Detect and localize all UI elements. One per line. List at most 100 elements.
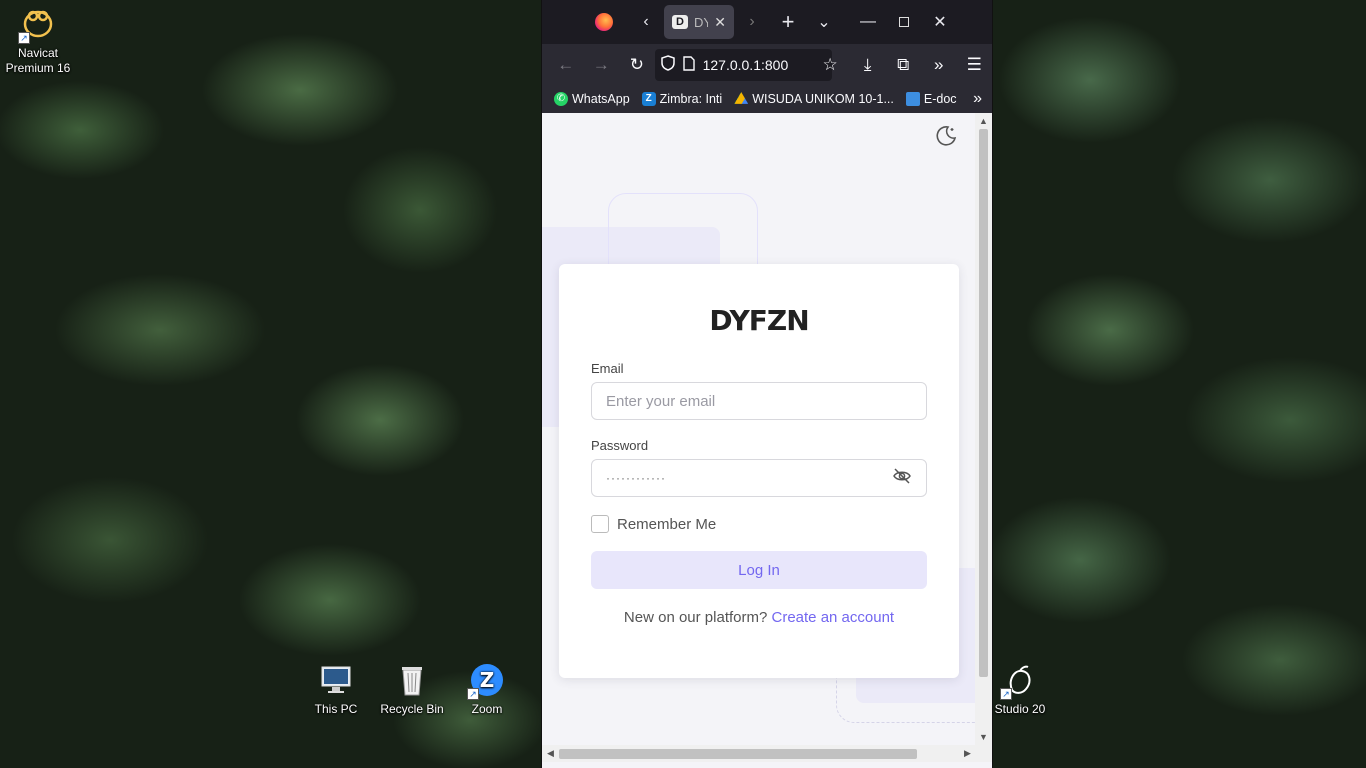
bookmark-edoc[interactable]: E-doc [905, 92, 957, 106]
list-all-tabs-button[interactable]: ⌄ [806, 6, 842, 38]
desktop-icon-recycle-bin[interactable]: Recycle Bin [374, 662, 450, 716]
chevron-right-icon: › [749, 13, 755, 30]
back-button[interactable]: ← [548, 49, 584, 81]
login-button[interactable]: Log In [591, 551, 927, 589]
desktop-icon-studio[interactable]: ↗ Studio 20 [982, 662, 1058, 716]
email-field[interactable]: Enter your email [591, 382, 927, 420]
arrow-left-icon: ← [557, 54, 575, 74]
firefox-icon [595, 13, 613, 31]
page-icon [682, 55, 695, 74]
whatsapp-icon: ✆ [554, 92, 568, 106]
zoom-icon: Z ↗ [467, 662, 505, 700]
signup-prompt: New on our platform? Create an account [591, 609, 927, 626]
arrow-right-icon: → [592, 54, 610, 74]
recycle-bin-icon [394, 662, 430, 698]
overflow-button[interactable]: » [921, 49, 957, 81]
desktop-icon-zoom[interactable]: Z ↗ Zoom [449, 662, 525, 716]
svg-text:Z: Z [480, 668, 495, 692]
download-icon: ⤓ [863, 54, 872, 74]
browser-window: ‹ D DY ✕ › + ⌄ — ✕ ← → ↻ 127.0.0.1:800 ☆… [541, 0, 993, 768]
signup-prompt-text: New on our platform? [623, 609, 768, 626]
email-label: Email [591, 361, 624, 376]
tab-bar: ‹ D DY ✕ › + ⌄ — ✕ [542, 0, 992, 44]
scrollbar-thumb[interactable] [559, 749, 917, 759]
password-value: ············ [606, 471, 666, 485]
bookmark-star-button[interactable]: ☆ [812, 49, 848, 81]
chevron-left-icon: ‹ [643, 13, 649, 30]
scroll-left-icon[interactable]: ◀ [542, 745, 559, 762]
desktop-icon-label: Navicat Premium 16 [5, 46, 71, 75]
url-text: 127.0.0.1:800 [702, 56, 789, 73]
downloads-button[interactable]: ⤓ [850, 49, 886, 81]
create-account-link[interactable]: Create an account [772, 609, 895, 626]
scrollbar-thumb[interactable] [979, 129, 988, 677]
scroll-down-icon[interactable]: ▼ [975, 729, 992, 745]
scroll-right-icon[interactable]: ▶ [959, 745, 976, 762]
bookmarks-overflow-icon[interactable]: » [973, 90, 982, 108]
close-icon: ✕ [933, 14, 947, 31]
tab-title: DY [694, 14, 708, 30]
desktop-icon-navicat[interactable]: ↗ Navicat Premium 16 [0, 6, 76, 76]
toggle-password-visibility-icon[interactable] [892, 467, 912, 490]
bookmarks-toolbar: ✆ WhatsApp Z Zimbra: Inti WISUDA UNIKOM … [542, 85, 992, 113]
navicat-icon: ↗ [18, 6, 56, 44]
bookmark-label: E-doc [923, 92, 957, 106]
nav-bar: ← → ↻ 127.0.0.1:800 ☆ ⤓ ⧉ » ☰ [542, 44, 992, 85]
web-page: DYFZN Email Enter your email Password ··… [542, 113, 976, 745]
desktop-icon-label: Zoom [471, 702, 503, 716]
plus-icon: + [781, 9, 795, 34]
scroll-up-icon[interactable]: ▲ [975, 113, 992, 129]
password-label: Password [591, 438, 649, 453]
forward-button[interactable]: → [584, 49, 620, 81]
vertical-scrollbar[interactable]: ▲ ▼ [975, 113, 992, 745]
password-field[interactable]: ············ [591, 459, 927, 497]
bookmark-label: WISUDA UNIKOM 10-1... [752, 92, 894, 106]
remember-me-checkbox[interactable] [591, 515, 609, 533]
brand-logo: DYFZN [709, 304, 809, 337]
desktop-icon-this-pc[interactable]: This PC [298, 662, 374, 716]
desktop-icon-label: Recycle Bin [380, 702, 444, 716]
close-tab-icon[interactable]: ✕ [714, 14, 726, 31]
tab-scroll-left-button[interactable]: ‹ [628, 6, 664, 38]
close-window-button[interactable]: ✕ [922, 6, 958, 38]
hamburger-icon: ☰ [966, 54, 982, 74]
new-tab-button[interactable]: + [770, 6, 806, 38]
remember-me-label: Remember Me [617, 515, 717, 533]
maximize-icon [899, 17, 909, 27]
extensions-button[interactable]: ⧉ [885, 49, 921, 81]
drive-icon [734, 92, 749, 104]
remember-me[interactable]: Remember Me [591, 515, 927, 533]
double-chevron-icon: » [934, 54, 944, 74]
bookmark-whatsapp[interactable]: ✆ WhatsApp [554, 92, 630, 106]
tab-favicon: D [672, 15, 688, 29]
zimbra-icon: Z [641, 92, 656, 106]
horizontal-scrollbar[interactable]: ◀ ▶ [542, 745, 992, 762]
computer-icon [318, 662, 354, 698]
studio-icon: ↗ [1000, 662, 1038, 700]
bookmark-label: Zimbra: Inti [659, 92, 723, 106]
minimize-button[interactable]: — [850, 6, 886, 38]
desktop-icon-label: This PC [314, 702, 358, 716]
chevron-down-icon: ⌄ [817, 14, 831, 31]
minimize-icon: — [860, 13, 876, 30]
reload-button[interactable]: ↻ [619, 49, 655, 81]
moon-icon [936, 126, 957, 146]
firefox-menu-button[interactable] [586, 6, 622, 38]
desktop-icon-label: Studio 20 [994, 702, 1046, 716]
login-card: DYFZN Email Enter your email Password ··… [559, 264, 959, 678]
reload-icon: ↻ [629, 54, 644, 74]
maximize-button[interactable] [886, 6, 922, 38]
email-placeholder: Enter your email [606, 392, 716, 410]
dark-mode-toggle[interactable] [934, 124, 958, 154]
url-bar[interactable]: 127.0.0.1:800 [654, 48, 833, 81]
tab-scroll-right-button[interactable]: › [734, 6, 770, 38]
star-icon: ☆ [822, 54, 838, 74]
app-menu-button[interactable]: ☰ [957, 49, 992, 81]
bookmark-wisuda[interactable]: WISUDA UNIKOM 10-1... [734, 92, 894, 106]
puzzle-icon: ⧉ [897, 54, 910, 74]
folder-icon [905, 92, 920, 106]
tab-active[interactable]: D DY ✕ [664, 5, 734, 39]
bookmark-zimbra[interactable]: Z Zimbra: Inti [641, 92, 723, 106]
shield-icon [660, 55, 675, 74]
bookmark-label: WhatsApp [572, 92, 630, 106]
